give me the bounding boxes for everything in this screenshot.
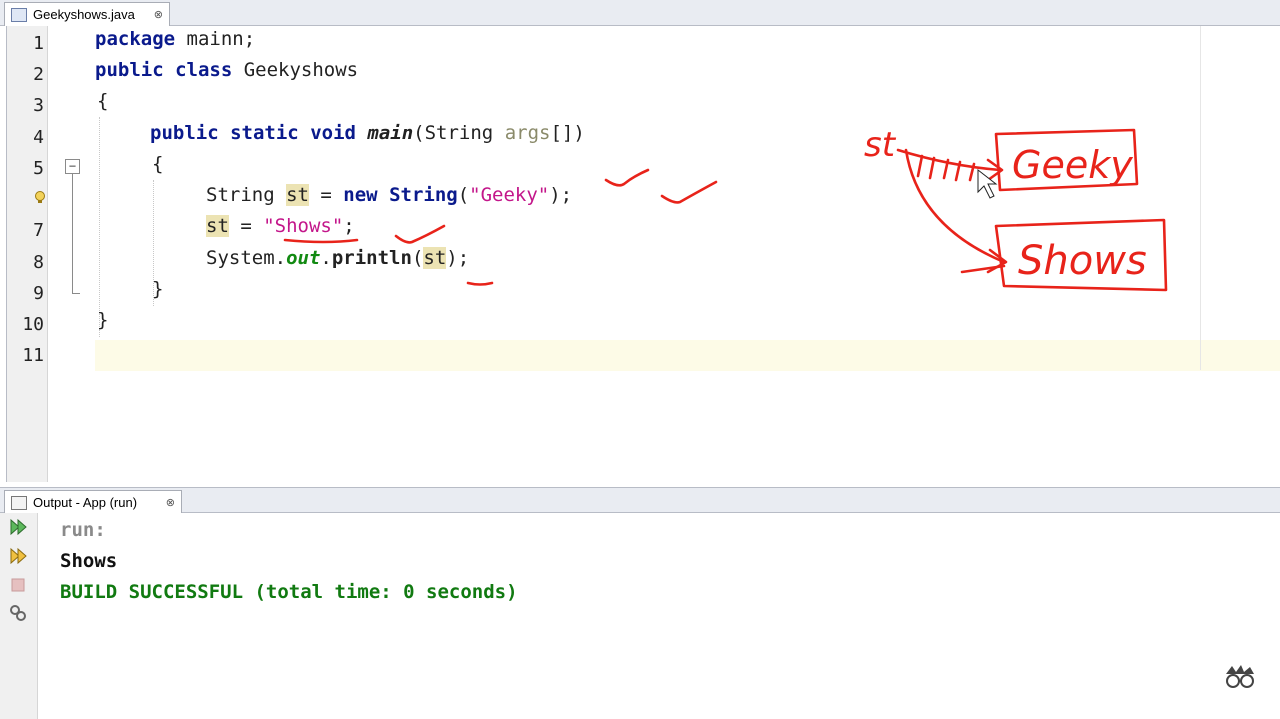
- line-number-gutter: 1 2 3 4 5 7 8 9 10 11: [7, 26, 48, 482]
- keyword: static: [230, 122, 299, 144]
- string-literal: "Geeky": [469, 184, 550, 206]
- brace: {: [152, 153, 164, 175]
- output-line-run: run:: [60, 519, 106, 541]
- fold-toggle-icon[interactable]: −: [65, 159, 80, 174]
- line-number: 2: [33, 64, 44, 85]
- code-text: ;: [343, 215, 355, 237]
- keyword: package: [95, 28, 176, 50]
- line-number: 7: [33, 220, 44, 241]
- code-text: (String: [413, 122, 505, 144]
- code-text: mainn;: [175, 28, 256, 50]
- method-name: println: [331, 247, 412, 269]
- constructor: String: [377, 184, 458, 206]
- code-line-8: System.out.println(st);: [206, 247, 469, 278]
- string-literal: "Shows": [263, 215, 344, 237]
- fold-guide-end: [72, 293, 80, 294]
- hint-bulb-icon[interactable]: [34, 191, 46, 205]
- code-text: =: [308, 184, 344, 206]
- indent-guide: [99, 117, 100, 337]
- keyword: public: [95, 59, 164, 81]
- output-tab-strip: Output - App (run) ⊗: [0, 487, 1280, 514]
- output-toolbar: [0, 513, 38, 719]
- brace: {: [97, 90, 109, 112]
- line-number: 3: [33, 95, 44, 116]
- output-window-icon: [11, 495, 27, 510]
- editor-tab-geekyshows[interactable]: Geekyshows.java ⊗: [4, 2, 170, 26]
- code-line-7: st = "Shows";: [206, 215, 355, 246]
- line-number: 9: [33, 283, 44, 304]
- type: String: [206, 184, 287, 206]
- watermark-logo: [1226, 665, 1254, 688]
- code-line-4: public static void main(String args[]): [150, 122, 585, 153]
- brace: }: [97, 309, 109, 331]
- output-console[interactable]: run: Shows BUILD SUCCESSFUL (total time:…: [38, 513, 1280, 719]
- rerun-with-options-icon[interactable]: [8, 546, 28, 566]
- settings-icon[interactable]: [8, 603, 28, 623]
- code-text: []): [550, 122, 585, 144]
- code-editor[interactable]: 1 2 3 4 5 7 8 9 10 11 − package mainn; p…: [6, 26, 1280, 482]
- stop-icon[interactable]: [8, 575, 28, 595]
- code-text: );: [549, 184, 573, 206]
- line-number: 1: [33, 33, 44, 54]
- close-tab-icon[interactable]: ⊗: [166, 496, 175, 509]
- code-line-3: {: [97, 90, 108, 121]
- line-number: 11: [22, 345, 44, 366]
- output-tab-title: Output - App (run): [33, 495, 138, 510]
- static-field: out: [286, 247, 321, 269]
- code-text: );: [446, 247, 470, 269]
- code-text: (: [457, 184, 470, 206]
- keyword: new: [343, 184, 378, 206]
- brace: }: [152, 278, 164, 300]
- line-number: 5: [33, 158, 44, 179]
- variable-highlight: st: [206, 215, 229, 237]
- editor-tab-strip: Geekyshows.java ⊗: [0, 0, 1280, 26]
- variable-highlight: st: [423, 247, 447, 269]
- line-number: 10: [22, 314, 44, 335]
- keyword: class: [175, 59, 233, 81]
- current-line-highlight: [95, 340, 1280, 371]
- code-line-5: {: [152, 153, 163, 184]
- code-text: =: [228, 215, 264, 237]
- output-line-result: Shows: [60, 550, 118, 572]
- output-line-build: BUILD SUCCESSFUL (total time: 0 seconds): [60, 581, 518, 603]
- code-line-2: public class Geekyshows: [95, 59, 358, 90]
- code-line-6: String st = new String("Geeky");: [206, 184, 572, 215]
- code-text: System.: [206, 247, 287, 269]
- java-file-icon: [11, 7, 27, 22]
- parameter: args: [504, 122, 551, 144]
- line-number: 8: [33, 252, 44, 273]
- class-name: Geekyshows: [232, 59, 359, 81]
- method-name: main: [367, 122, 414, 144]
- line-number: 4: [33, 127, 44, 148]
- keyword: void: [310, 122, 356, 144]
- code-text: (: [411, 247, 424, 269]
- right-margin-line: [1200, 26, 1201, 370]
- output-tab[interactable]: Output - App (run) ⊗: [4, 490, 182, 514]
- code-text: .: [320, 247, 332, 269]
- code-line-10: }: [97, 309, 108, 340]
- editor-tab-title: Geekyshows.java: [33, 7, 135, 22]
- code-line-1: package mainn;: [95, 28, 255, 59]
- keyword: public: [150, 122, 219, 144]
- code-line-9: }: [152, 278, 163, 309]
- fold-guide: [72, 174, 73, 294]
- rerun-icon[interactable]: [8, 517, 28, 537]
- variable-highlight: st: [286, 184, 309, 206]
- close-tab-icon[interactable]: ⊗: [154, 8, 163, 21]
